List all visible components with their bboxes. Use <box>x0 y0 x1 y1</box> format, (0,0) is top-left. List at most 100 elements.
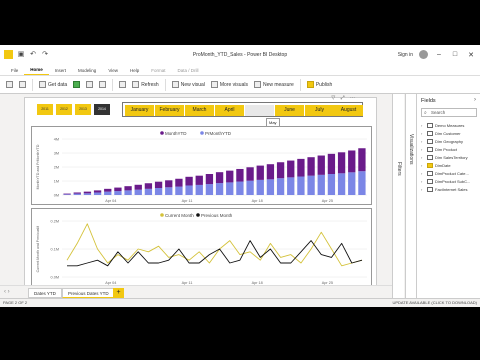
fields-search-input[interactable]: ⌕ Search <box>421 108 477 117</box>
title-bar: ▣ ↶ ↷ ProMonth_YTD_Sales - Power BI Desk… <box>0 45 480 64</box>
bar-month-ytd <box>114 187 122 192</box>
field-table-item[interactable]: › DimDate <box>417 161 480 169</box>
avatar[interactable] <box>419 50 428 59</box>
field-table-item[interactable]: › Demo Measures <box>417 121 480 129</box>
slicer-year-2012[interactable]: 2012 <box>56 104 72 115</box>
page-nav-arrows-icon[interactable]: ‹ › <box>4 289 10 295</box>
slicer-month-january[interactable]: January <box>125 105 154 116</box>
more-visuals-label: More visuals <box>219 81 248 88</box>
paste-button[interactable] <box>6 81 13 88</box>
title-controls: Sign in – □ ✕ <box>398 45 480 64</box>
new-visual-button[interactable]: New visual <box>171 81 205 88</box>
y-axis-label: Current Month and PreviousM <box>36 226 40 273</box>
chart-legend: MonthYTD PrMonthYTD <box>160 131 232 136</box>
chevron-right-icon: › <box>421 122 423 128</box>
page-tabs-bar: ‹ › Dates YTD Previous Dates YTD + <box>0 285 392 299</box>
bar-month-ytd <box>327 153 336 174</box>
tab-data-drill[interactable]: Data / Drill <box>172 68 205 75</box>
tab-help[interactable]: Help <box>124 68 145 75</box>
report-canvas[interactable]: 2011 2012 2013 2014 January February Mar… <box>24 95 377 289</box>
transform-button[interactable] <box>119 81 127 88</box>
search-placeholder: Search <box>431 110 446 115</box>
refresh-button[interactable]: Refresh <box>132 81 159 88</box>
field-table-item[interactable]: › Dim SalesTerritory <box>417 153 480 161</box>
field-table-item[interactable]: › FactInternet Sales <box>417 185 480 193</box>
divider <box>164 78 166 91</box>
slicer-month-february[interactable]: February <box>155 105 184 116</box>
filters-label: Filters <box>396 162 402 176</box>
field-table-label: Dim Customer <box>435 130 461 136</box>
legend-marker <box>160 131 164 135</box>
chevron-right-icon: › <box>421 170 423 176</box>
cut-button[interactable] <box>19 81 26 88</box>
page-tab-previous-dates-ytd[interactable]: Previous Dates YTD <box>62 288 115 298</box>
table-icon <box>427 130 433 136</box>
visual-header-icons[interactable]: ▽ ⤢ ⋯ <box>331 95 357 101</box>
chevron-right-icon: › <box>421 138 423 144</box>
table-icon <box>427 186 433 192</box>
y-tick-label: 4M <box>54 138 59 142</box>
line-chart[interactable]: Current Month Previous Month 0.2M 0.1M 0.0M C… <box>31 208 372 288</box>
field-table-item[interactable]: › Dim Geography <box>417 137 480 145</box>
stacked-column-chart[interactable]: MonthYTD PrMonthYTD 4M 3M 2M 1M 0M MonthYTD and… <box>31 126 372 205</box>
bar-month-ytd <box>256 165 264 180</box>
more-visuals-button[interactable]: More visuals <box>210 81 248 88</box>
field-table-item[interactable]: › Dim Product <box>417 145 480 153</box>
field-table-item[interactable]: › DimProduct Cate... <box>417 169 480 177</box>
slicer-month-may[interactable] <box>245 105 274 116</box>
bar-month-ytd <box>276 162 285 179</box>
visualizations-pane[interactable]: Visualizations <box>405 94 416 307</box>
update-available-link[interactable]: UPDATE AVAILABLE (CLICK TO DOWNLOAD) <box>392 299 477 307</box>
tab-home[interactable]: Home <box>24 67 49 75</box>
get-data-button[interactable]: Get data <box>39 81 67 88</box>
bar-month-ytd <box>307 157 315 176</box>
minimize-icon[interactable]: – <box>434 51 444 58</box>
bar-month-ytd <box>358 148 366 172</box>
slicer-month-march[interactable]: March <box>185 105 214 116</box>
recent-button[interactable] <box>99 81 107 88</box>
chevron-right-icon: › <box>421 186 423 192</box>
y-tick-label: 1M <box>54 180 59 184</box>
chevron-right-icon[interactable]: › <box>474 97 476 103</box>
bar-month-ytd <box>348 150 356 173</box>
bar-pr-month-ytd <box>226 182 234 195</box>
slicer-month-july[interactable]: July <box>305 105 334 116</box>
search-icon: ⌕ <box>424 110 427 116</box>
bar-pr-month-ytd <box>83 193 92 195</box>
bar-pr-month-ytd <box>124 190 132 195</box>
slicer-month-june[interactable]: June <box>275 105 304 116</box>
slicer-month-august[interactable]: August <box>334 105 363 116</box>
divider <box>299 78 301 91</box>
slicer-year-2013[interactable]: 2013 <box>75 104 91 115</box>
new-measure-button[interactable]: New measure <box>253 81 294 88</box>
bar-pr-month-ytd <box>205 184 214 195</box>
publish-button[interactable]: Publish <box>306 81 332 88</box>
y-tick-label: 3M <box>54 152 59 156</box>
tab-format[interactable]: Format <box>145 68 171 75</box>
tab-view[interactable]: View <box>102 68 124 75</box>
legend-label: PrMonthYTD <box>205 131 232 136</box>
recent-icon <box>99 81 107 88</box>
filters-pane[interactable]: Filters <box>392 94 404 307</box>
sign-in-link[interactable]: Sign in <box>398 52 413 58</box>
page-tab-dates-ytd[interactable]: Dates YTD <box>28 288 62 298</box>
add-page-button[interactable]: + <box>113 288 124 298</box>
slicer-year-2011[interactable]: 2011 <box>37 104 53 115</box>
excel-button[interactable] <box>73 81 81 88</box>
close-icon[interactable]: ✕ <box>466 51 476 59</box>
slicer-month-april[interactable]: April <box>215 105 244 116</box>
slicer-year-2014[interactable]: 2014 <box>94 104 110 115</box>
maximize-icon[interactable]: □ <box>450 51 460 58</box>
page-indicator: PAGE 2 OF 2 <box>3 300 28 305</box>
chevron-right-icon: › <box>421 178 423 184</box>
tab-modeling[interactable]: Modeling <box>72 68 102 75</box>
bar-month-ytd <box>215 172 224 184</box>
fields-title: Fields <box>421 98 436 104</box>
tab-file[interactable]: File <box>5 68 24 75</box>
enter-data-button[interactable] <box>86 81 94 88</box>
bar-month-ytd <box>93 190 102 193</box>
field-table-item[interactable]: › Dim Customer <box>417 129 480 137</box>
tab-insert[interactable]: Insert <box>49 68 72 75</box>
bar-month-ytd <box>337 152 346 174</box>
field-table-item[interactable]: › DimProduct SubC... <box>417 177 480 185</box>
